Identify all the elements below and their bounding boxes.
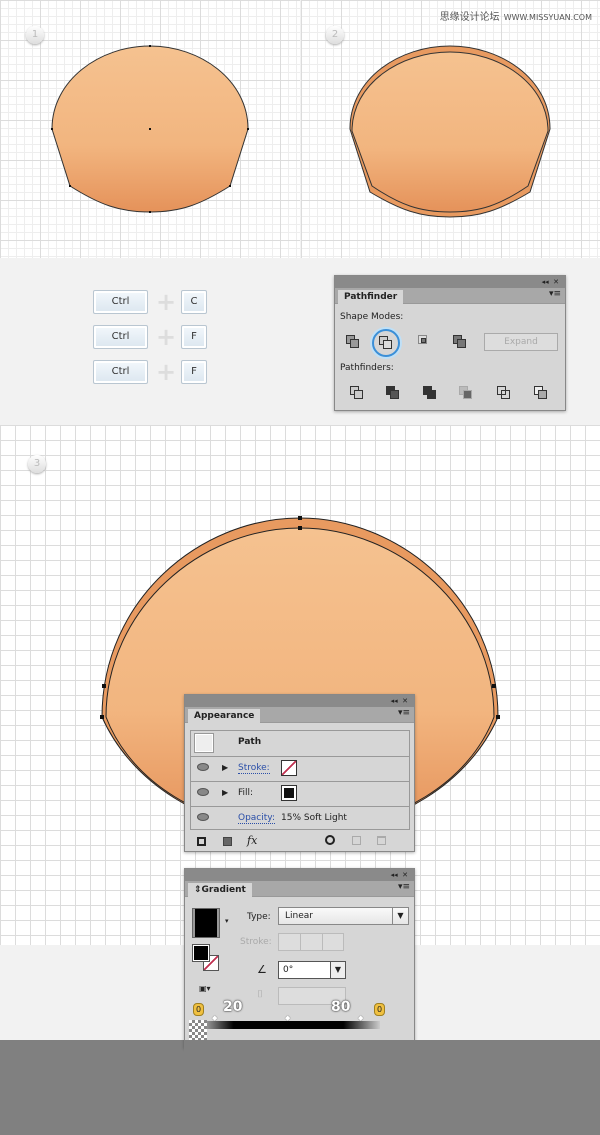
duplicate-item-icon[interactable] <box>352 836 361 845</box>
add-new-stroke-icon[interactable] <box>197 837 206 846</box>
location-right-label: 80 <box>331 999 351 1015</box>
gradient-dropdown-arrow[interactable]: ▾ <box>225 917 229 925</box>
pathfinders-label: Pathfinders: <box>340 363 394 373</box>
angle-input[interactable]: 0° ▼ <box>278 961 346 979</box>
panel-menu-icon[interactable]: ▾≡ <box>398 708 410 718</box>
opacity-stop-right-badge: 0 <box>374 1003 385 1016</box>
key-c: C <box>181 290 207 314</box>
add-new-fill-icon[interactable] <box>223 837 232 846</box>
key-ctrl-1: Ctrl <box>93 290 148 314</box>
opacity-stop-left-badge: 0 <box>193 1003 204 1016</box>
eye-icon[interactable] <box>197 763 209 771</box>
trim-icon[interactable] <box>386 386 400 400</box>
trash-icon[interactable] <box>377 836 386 845</box>
minus-back-icon[interactable] <box>534 386 548 400</box>
eye-icon[interactable] <box>197 788 209 796</box>
path-thumbnail <box>194 733 214 753</box>
unite-icon[interactable] <box>346 335 360 349</box>
stroke-gradient-buttons[interactable] <box>278 933 344 951</box>
gradient-slider[interactable] <box>197 1021 380 1029</box>
key-f-2: F <box>181 360 207 384</box>
tab-appearance[interactable]: Appearance <box>188 709 261 724</box>
panel-menu-icon[interactable]: ▾≡ <box>549 289 561 299</box>
panel-menu-icon[interactable]: ▾≡ <box>398 882 410 892</box>
eye-icon[interactable] <box>197 813 209 821</box>
stroke-label: Stroke: <box>240 937 272 947</box>
appearance-row-opacity[interactable]: Opacity: 15% Soft Light <box>191 806 409 831</box>
opacity-value: 15% Soft Light <box>281 813 347 823</box>
angle-icon: ∠ <box>257 963 267 976</box>
fx-button[interactable]: fx <box>247 834 257 847</box>
minus-front-icon <box>379 336 393 350</box>
angle-value: 0° <box>283 965 294 975</box>
chevron-down-icon: ▼ <box>392 908 408 924</box>
gradient-tab-label: Gradient <box>201 885 246 895</box>
stroke-none-swatch[interactable] <box>281 760 297 776</box>
fill-color-swatch[interactable] <box>192 944 210 962</box>
plus-icon: + <box>156 323 177 351</box>
expand-button[interactable]: Expand <box>484 333 558 351</box>
appearance-row-stroke[interactable]: ▶ Stroke: <box>191 756 409 781</box>
exclude-icon[interactable] <box>453 335 467 349</box>
expand-triangle-icon[interactable]: ▶ <box>222 763 228 772</box>
stroke-link[interactable]: Stroke: <box>238 763 270 774</box>
key-ctrl-2: Ctrl <box>93 325 148 349</box>
type-label: Type: <box>247 912 271 922</box>
type-select[interactable]: Linear ▼ <box>278 907 409 925</box>
key-ctrl-3: Ctrl <box>93 360 148 384</box>
reverse-gradient-icon[interactable]: ▣▾ <box>199 984 211 993</box>
appearance-row-fill[interactable]: ▶ Fill: <box>191 781 409 806</box>
appearance-list: Path ▶ Stroke: ▶ Fill: Opacity: 15% Soft… <box>190 730 410 830</box>
panel-title-bar[interactable]: ◂◂ ✕ <box>185 695 414 707</box>
tab-gradient[interactable]: ⇕Gradient <box>188 883 252 898</box>
panel-title-bar[interactable]: ◂◂ ✕ <box>185 869 414 881</box>
tab-pathfinder[interactable]: Pathfinder <box>338 290 404 305</box>
gradient-preview-swatch[interactable] <box>192 908 220 938</box>
appearance-panel: ◂◂ ✕ Appearance ▾≡ Path ▶ Stroke: ▶ Fill:… <box>184 694 415 852</box>
bottom-band-cover <box>184 1040 600 1135</box>
tab-toggle-icon: ⇕ <box>194 885 202 895</box>
divide-icon[interactable] <box>350 386 364 400</box>
shape-modes-label: Shape Modes: <box>340 312 404 322</box>
location-left-label: 20 <box>223 999 243 1015</box>
expand-triangle-icon[interactable]: ▶ <box>222 788 228 797</box>
outline-icon[interactable] <box>497 386 511 400</box>
plus-icon: + <box>156 288 177 316</box>
fill-label: Fill: <box>238 788 254 798</box>
merge-icon[interactable] <box>423 386 437 400</box>
type-value: Linear <box>285 911 313 921</box>
color-stop-left[interactable] <box>189 1020 207 1040</box>
clear-appearance-icon[interactable] <box>325 835 335 845</box>
half-circle-shape-2-front <box>351 51 549 213</box>
path-label: Path <box>238 737 262 747</box>
plus-icon: + <box>156 358 177 386</box>
appearance-row-path[interactable]: Path <box>191 731 409 756</box>
panel-title-bar[interactable]: ◂◂ ✕ <box>335 276 565 288</box>
fill-gradient-swatch[interactable] <box>281 785 297 801</box>
pathfinder-panel: ◂◂ ✕ Pathfinder ▾≡ Shape Modes: Expand Pa… <box>334 275 566 411</box>
crop-icon[interactable] <box>459 386 473 400</box>
minus-front-button-selected[interactable] <box>372 329 400 357</box>
intersect-icon[interactable] <box>418 335 432 349</box>
chevron-down-icon: ▼ <box>330 962 345 978</box>
key-f-1: F <box>181 325 207 349</box>
aspect-ratio-icon: ⌷ <box>257 989 263 1000</box>
opacity-link[interactable]: Opacity: <box>238 813 275 824</box>
gradient-panel: ◂◂ ✕ ⇕Gradient ▾≡ ▾ ▣▾ Type: Linear ▼ Stro… <box>184 868 415 1048</box>
